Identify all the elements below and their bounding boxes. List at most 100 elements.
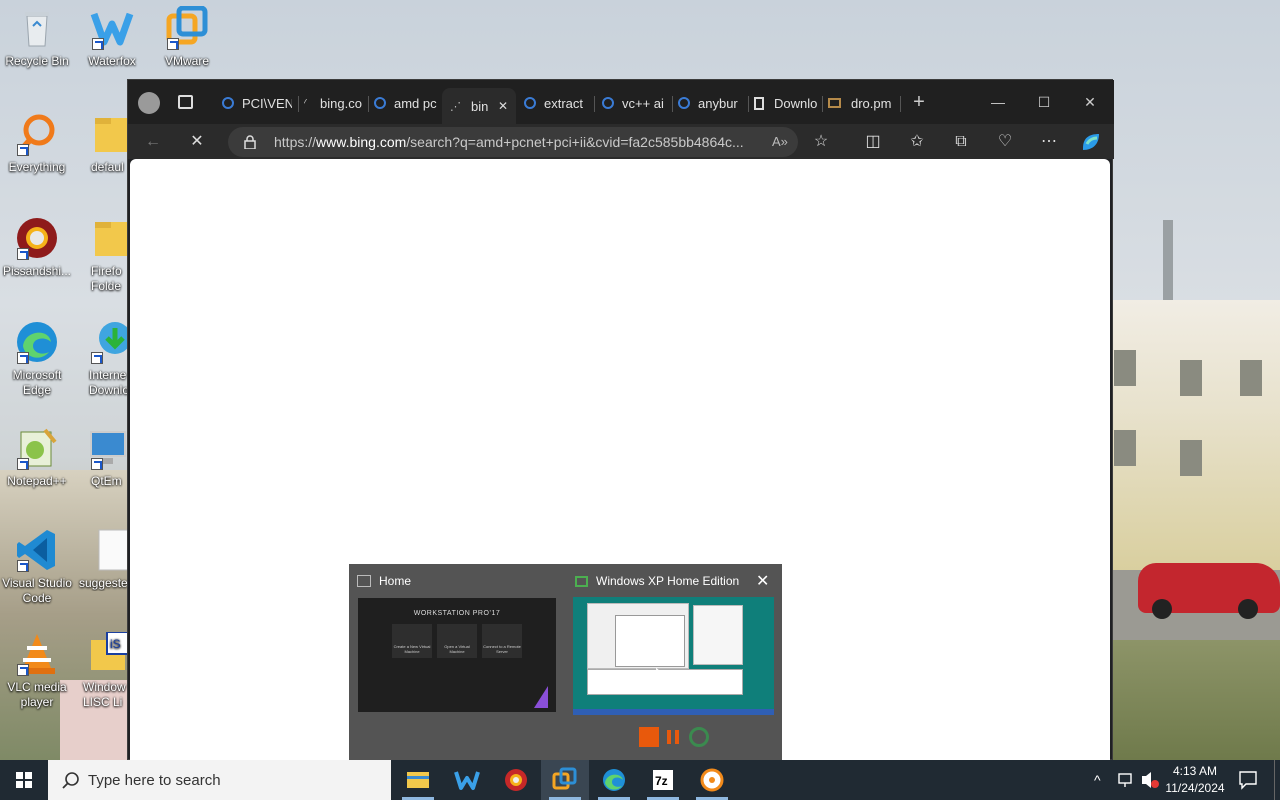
recycle-bin-icon [15,6,59,50]
address-bar[interactable]: https://www.bing.com/search?q=amd+pcnet+… [228,127,798,157]
desktop-icon-label: Firefo Folde [91,264,122,293]
taskbar-media-app[interactable] [688,760,736,800]
desktop-icon-everything[interactable]: Everything [0,112,74,175]
desktop-icon-recycle-bin[interactable]: Recycle Bin [0,6,74,69]
chrome-icon [505,769,527,791]
page-icon [754,96,764,110]
vm-preview-header: Windows XP Home Edition [575,572,739,590]
folder-icon [93,216,128,260]
desktop-icon-label: Pissandshi... [2,264,72,278]
show-desktop-button[interactable] [1274,760,1280,800]
favorite-star-icon[interactable]: ☆ [806,128,836,156]
svg-text:iS: iS [110,637,121,651]
folder-icon [93,112,128,156]
tab-vc-ai[interactable]: vc++ ai [602,90,668,116]
show-hidden-icons-button[interactable]: ^ [1094,760,1110,800]
desktop-icon-waterfox[interactable]: Waterfox [75,6,149,69]
tab-pci-ven[interactable]: PCI\VEN [222,90,292,116]
desktop-icon-qtem[interactable]: QtEm [75,426,128,489]
home-preview-header: Home [357,572,411,590]
volume-muted-icon[interactable] [1140,760,1160,800]
waterfox-icon [454,771,480,790]
vm-pause-button[interactable] [663,727,683,747]
desktop-icon-label: Notepad++ [7,474,67,488]
copilot-icon[interactable] [1076,128,1106,156]
chrome-icon [15,216,59,260]
close-tab-icon[interactable]: ✕ [498,99,508,113]
desktop-icon-suggested[interactable]: suggeste [75,528,128,591]
profile-avatar-icon[interactable] [138,92,160,114]
desktop-icon-label: Interne Downlo [89,368,128,397]
desktop-icon-windows-iso[interactable]: iS Window LISC Li [75,632,128,710]
notification-center-icon[interactable] [1238,760,1258,800]
tab-amd-pcnet[interactable]: amd pc [374,90,442,116]
desktop-icon-label: VMware [164,54,209,68]
network-icon[interactable] [1117,760,1135,800]
browser-toolbar: ← ✕ https://www.bing.com/search?q=amd+pc… [128,124,1114,159]
wallpaper-tower [1163,220,1173,310]
taskbar-edge[interactable] [590,760,638,800]
tab-bing-active[interactable]: ⋰ bin ✕ [442,88,516,124]
collections-icon[interactable]: ⧉ [946,128,976,156]
taskbar-file-explorer[interactable] [394,760,442,800]
desktop-icon-label: QtEm [91,474,122,488]
search-icon [678,97,690,109]
browser-essentials-icon[interactable]: ♡ [990,128,1020,156]
tab-download[interactable]: Downlo [754,90,820,116]
maximize-button[interactable]: ☐ [1021,88,1067,116]
desktop-icon-internet-download-manager[interactable]: Interne Downlo [75,320,128,398]
stop-loading-button[interactable]: ✕ [182,128,212,156]
start-button[interactable] [0,760,48,800]
desktop-icon-firefox-folder[interactable]: Firefo Folde [75,216,128,294]
edge-icon [603,769,625,791]
desktop-icon-microsoft-edge[interactable]: Microsoft Edge [0,320,74,398]
taskbar-7zip[interactable]: 7z [639,760,687,800]
loading-icon: ⁄ [304,97,306,109]
loading-spinner-icon: ⋰ [450,100,461,113]
taskbar-search-box[interactable]: Type here to search [48,760,391,800]
taskbar-waterfox[interactable] [443,760,491,800]
desktop-icon-notepadplusplus[interactable]: Notepad++ [0,426,74,489]
close-preview-button[interactable]: ✕ [756,571,769,591]
home-thumbnail[interactable]: WORKSTATION PRO’17 Create a New Virtual … [358,598,556,712]
desktop-icon-label: defaul [91,160,124,174]
tab-extract[interactable]: extract [524,90,588,116]
read-aloud-icon[interactable]: A» [772,127,788,157]
vm-stop-button[interactable] [639,727,659,747]
minimize-button[interactable]: — [975,88,1021,116]
back-button[interactable]: ← [138,128,168,156]
wallpaper-building [1110,300,1280,570]
notepadplusplus-icon [15,426,59,470]
desktop-icon-pissandshi[interactable]: Pissandshi... [0,216,74,279]
favorites-icon[interactable]: ✩ [902,128,932,156]
desktop-icon-vscode[interactable]: Visual Studio Code [0,528,74,606]
vmware-icon [552,767,577,790]
taskbar-vmware[interactable] [541,760,589,800]
desktop-icon-vlc[interactable]: VLC media player [0,632,74,710]
vm-restart-button[interactable] [689,727,709,747]
xp-window-side [693,605,743,665]
desktop-icon-label: Waterfox [88,54,136,68]
vm-icon [575,575,588,587]
new-tab-button[interactable]: + [896,88,942,116]
clock-time: 4:13 AM [1172,764,1218,778]
desktop-icon-default-folder[interactable]: defaul [75,112,128,175]
workstation-title: WORKSTATION PRO’17 [413,610,501,617]
open-vm-tile: Open a Virtual Machine [437,624,477,658]
windows-xp-thumbnail[interactable] [573,597,774,715]
desktop-icon-label: Recycle Bin [5,54,69,68]
tab-actions-icon[interactable] [178,95,193,109]
tab-dro-pm[interactable]: dro.pm [828,90,898,116]
search-icon [374,97,386,109]
home-icon [357,575,371,587]
tab-bing-com[interactable]: ⁄ bing.co [304,90,362,116]
system-clock[interactable]: 4:13 AM 11/24/2024 [1160,763,1230,797]
tab-anyburn[interactable]: anybur [678,90,744,116]
windows-taskbar: Type here to search 7z ^ 4:13 AM 11/24/2… [0,760,1280,800]
taskbar-chrome[interactable] [492,760,540,800]
settings-more-icon[interactable]: ⋯ [1034,128,1064,156]
split-screen-icon[interactable]: ◫ [858,128,888,156]
desktop-icon-vmware[interactable]: VMware [150,5,224,69]
desktop-icon-label: Window LISC Li [83,680,126,709]
close-window-button[interactable]: ✕ [1067,88,1113,116]
